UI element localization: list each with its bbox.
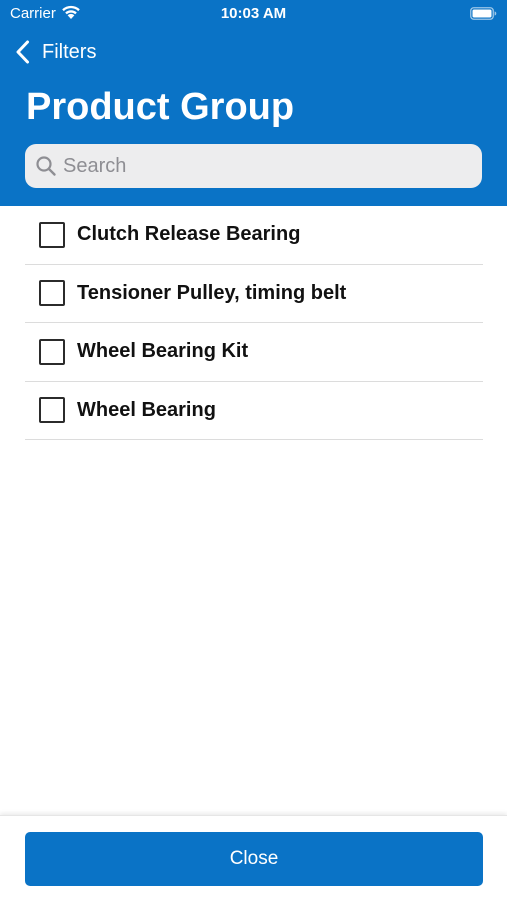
list-item-label: Wheel Bearing Kit (77, 340, 249, 363)
magnifying-glass-icon (36, 156, 56, 176)
list-item[interactable]: Wheel Bearing Kit (25, 323, 483, 382)
clock: 10:03 AM (220, 5, 287, 22)
navigation-header: Carrier 10:03 AM Filters Product Group (0, 0, 507, 206)
page-title: Product Group (26, 86, 295, 128)
back-button-label: Filters (42, 40, 97, 63)
checkbox[interactable] (39, 221, 65, 248)
list-item-label: Tensioner Pulley, timing belt (77, 281, 347, 304)
battery-icon (470, 7, 497, 20)
checkbox[interactable] (39, 338, 65, 365)
list-item[interactable]: Clutch Release Bearing (25, 206, 483, 265)
chevron-left-icon (16, 40, 29, 64)
close-button[interactable]: Close (25, 832, 483, 886)
list-item[interactable]: Wheel Bearing (25, 382, 483, 440)
list-item-label: Wheel Bearing (77, 398, 216, 421)
checkbox[interactable] (39, 397, 65, 424)
list-item-label: Clutch Release Bearing (77, 223, 301, 246)
footer-bar: Close (0, 815, 507, 900)
list-item[interactable]: Tensioner Pulley, timing belt (25, 265, 483, 323)
back-button[interactable]: Filters (14, 38, 96, 66)
product-group-list: Clutch Release Bearing Tensioner Pulley,… (25, 206, 483, 440)
search-bar[interactable] (25, 144, 482, 188)
status-bar: Carrier 10:03 AM (0, 0, 507, 28)
search-input[interactable] (63, 148, 463, 184)
checkbox[interactable] (39, 280, 65, 307)
